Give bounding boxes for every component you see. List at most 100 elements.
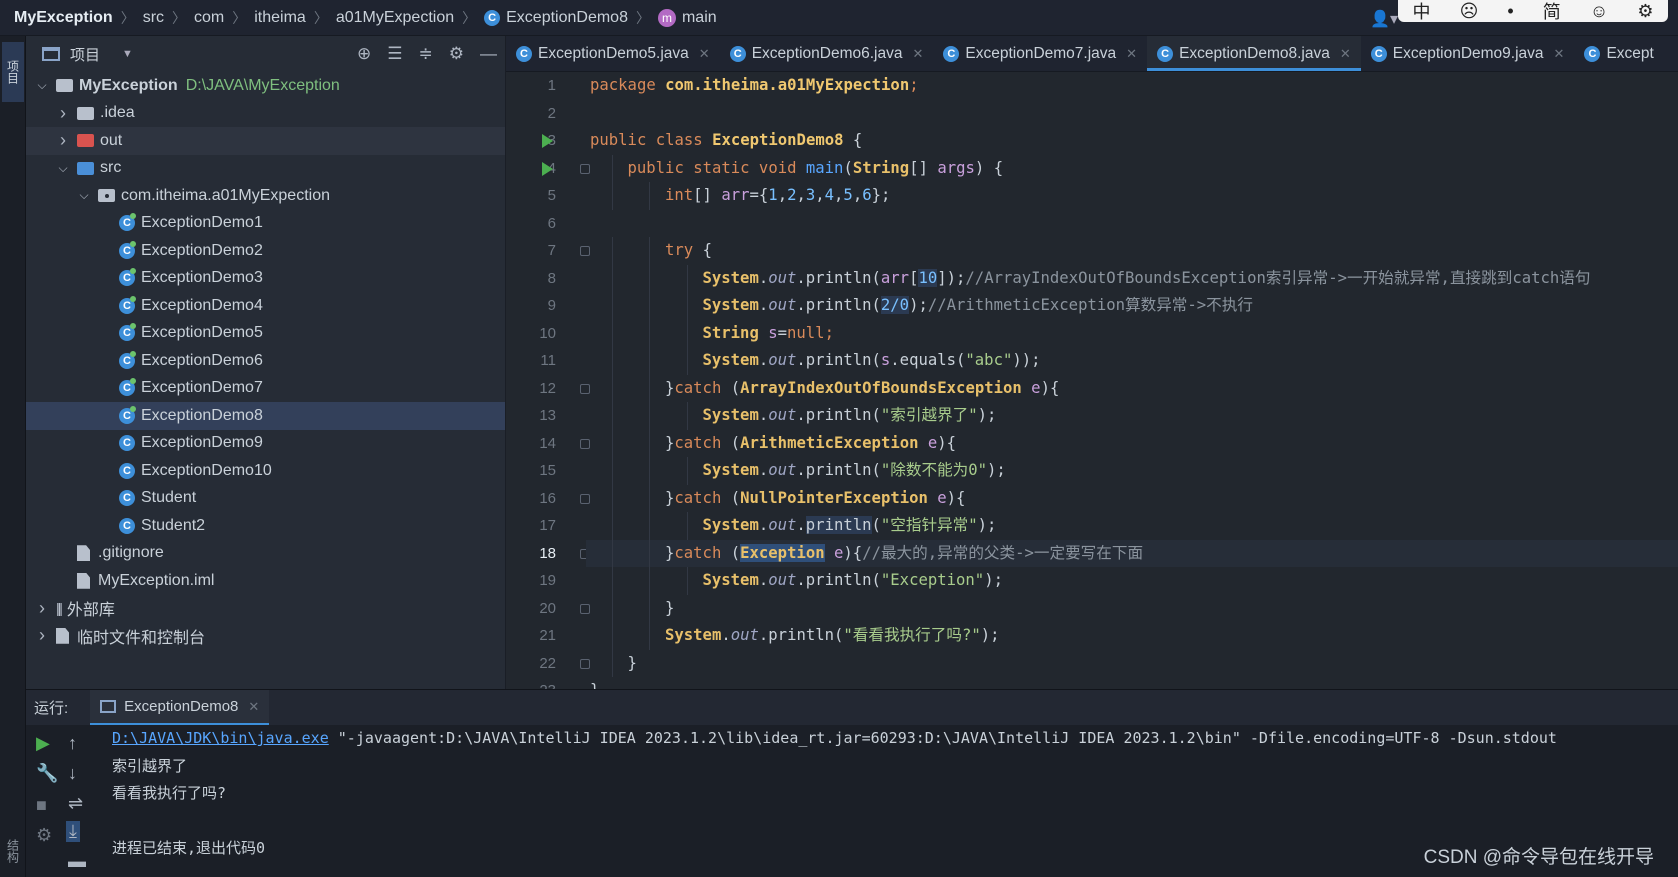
tree-item[interactable]: C ExceptionDemo9 (26, 430, 505, 458)
code-line[interactable]: }catch (ArrayIndexOutOfBoundsException e… (586, 374, 1678, 402)
close-tab-icon[interactable]: ✕ (1554, 46, 1565, 62)
tree-item[interactable]: C ExceptionDemo7 (26, 375, 505, 403)
breadcrumb-class[interactable]: ExceptionDemo8 (506, 9, 628, 27)
tree-item[interactable]: C ExceptionDemo10 (26, 457, 505, 485)
arrow-down-icon[interactable]: ↓ (68, 763, 77, 784)
code-line[interactable]: System.out.println(arr[10]);//ArrayIndex… (586, 264, 1678, 292)
tree-item[interactable]: ⌵ src (26, 155, 505, 183)
ime-punct-icon[interactable]: • (1507, 1, 1513, 22)
project-panel-title[interactable]: 项目 (70, 44, 100, 65)
tree-item[interactable]: C ExceptionDemo4 (26, 292, 505, 320)
ime-simplified-icon[interactable]: 简 (1543, 0, 1561, 22)
tree-item[interactable]: ⌵ com.itheima.a01MyExpection (26, 182, 505, 210)
breadcrumb-method[interactable]: main (682, 9, 717, 27)
chevron-right-icon[interactable]: › (55, 103, 71, 124)
code-line[interactable]: System.out.println(2/0);//ArithmeticExce… (586, 292, 1678, 320)
stop-icon[interactable]: ■ (36, 795, 47, 816)
wrench-icon[interactable]: 🔧 (36, 763, 58, 784)
close-tab-icon[interactable]: ✕ (1340, 46, 1351, 62)
tree-item[interactable]: C Student2 (26, 512, 505, 540)
code-line[interactable]: try { (586, 237, 1678, 265)
tree-item[interactable]: MyException.iml (26, 567, 505, 595)
editor-tab[interactable]: C Except (1574, 36, 1663, 71)
tree-item[interactable]: › 临时文件和控制台 (26, 622, 505, 650)
rerun-icon[interactable]: ▶ (36, 733, 50, 754)
editor-tab[interactable]: C ExceptionDemo8.java ✕ (1147, 36, 1361, 71)
close-tab-icon[interactable]: ✕ (699, 46, 710, 62)
tree-item[interactable]: C ExceptionDemo6 (26, 347, 505, 375)
chevron-down-icon[interactable]: ⌵ (76, 188, 92, 203)
tree-item[interactable]: C ExceptionDemo1 (26, 210, 505, 238)
code-area[interactable]: package com.itheima.a01MyExpection; publi… (586, 72, 1678, 689)
code-line[interactable] (586, 100, 1678, 128)
code-line[interactable]: }catch (ArithmeticException e){ (586, 429, 1678, 457)
code-line[interactable]: public static void main(String[] args) { (586, 154, 1678, 182)
print-icon[interactable]: ▬ (68, 851, 86, 872)
tree-item[interactable]: › ||| 外部库 (26, 595, 505, 623)
code-line[interactable]: System.out.println("索引越界了"); (586, 402, 1678, 430)
tree-item[interactable]: C ExceptionDemo8 (26, 402, 505, 430)
tree-item[interactable]: C Student (26, 485, 505, 513)
tree-item[interactable]: › .idea (26, 100, 505, 128)
close-tab-icon[interactable]: ✕ (1126, 46, 1137, 62)
chevron-down-icon[interactable]: ⌵ (34, 78, 50, 93)
java-path-link[interactable]: D:\JAVA\JDK\bin\java.exe (112, 729, 329, 747)
code-line[interactable]: } (586, 677, 1678, 689)
editor-tab[interactable]: C ExceptionDemo9.java ✕ (1361, 36, 1575, 71)
tree-item[interactable]: C ExceptionDemo3 (26, 265, 505, 293)
code-line[interactable]: int[] arr={1,2,3,4,5,6}; (586, 182, 1678, 210)
project-tool-tab[interactable]: 项目 (2, 42, 24, 102)
breadcrumb-itheima[interactable]: itheima (254, 9, 306, 27)
code-line[interactable]: }catch (Exception e){//最大的,异常的父类->一定要写在下… (586, 539, 1678, 567)
arrow-up-icon[interactable]: ↑ (68, 733, 77, 754)
expand-all-icon[interactable]: ☰ (387, 44, 402, 64)
run-gutter-icon[interactable] (542, 134, 553, 148)
chevron-right-icon[interactable]: › (34, 625, 50, 646)
chevron-right-icon[interactable]: › (34, 598, 50, 619)
run-gutter-icon[interactable] (542, 161, 553, 176)
ime-moon-icon[interactable]: ☹ (1460, 1, 1479, 22)
tree-item[interactable]: .gitignore (26, 540, 505, 568)
collapse-all-icon[interactable]: ≑ (419, 44, 433, 64)
editor-tab[interactable]: C ExceptionDemo5.java ✕ (506, 36, 720, 71)
ime-lang-icon[interactable]: 中 (1413, 0, 1431, 22)
code-line[interactable]: System.out.println(s.equals("abc")); (586, 347, 1678, 375)
code-line[interactable] (586, 210, 1678, 238)
structure-tool-tab[interactable]: 结构 (2, 826, 24, 876)
code-line[interactable]: String s=null; (586, 319, 1678, 347)
code-editor[interactable]: 1234567891011121314151617181920212223 pa… (506, 72, 1678, 689)
scroll-to-end-icon[interactable]: ⤓ (66, 821, 80, 842)
breadcrumb-com[interactable]: com (194, 9, 224, 27)
code-line[interactable]: package com.itheima.a01MyExpection; (586, 72, 1678, 100)
settings-icon[interactable]: ⚙ (36, 825, 52, 846)
tree-item[interactable]: ⌵ MyException D:\JAVA\MyException (26, 72, 505, 100)
chevron-down-icon[interactable]: ⌵ (55, 161, 71, 176)
tree-item[interactable]: C ExceptionDemo5 (26, 320, 505, 348)
chevron-down-icon[interactable]: ▼ (122, 48, 133, 60)
breadcrumb-src[interactable]: src (143, 9, 164, 27)
tree-item[interactable]: C ExceptionDemo2 (26, 237, 505, 265)
soft-wrap-icon[interactable]: ⇌ (68, 793, 83, 814)
tree-item[interactable]: › out (26, 127, 505, 155)
code-line[interactable]: } (586, 649, 1678, 677)
run-tab[interactable]: ExceptionDemo8 ✕ (90, 690, 270, 725)
editor-tab[interactable]: C ExceptionDemo6.java ✕ (720, 36, 934, 71)
code-line[interactable]: System.out.println("空指针异常"); (586, 512, 1678, 540)
code-line[interactable]: public class ExceptionDemo8 { (586, 127, 1678, 155)
breadcrumb-project[interactable]: MyException (14, 9, 113, 27)
code-line[interactable]: System.out.println("看看我执行了吗?"); (586, 622, 1678, 650)
minimize-icon[interactable]: — (480, 44, 497, 64)
ime-settings-icon[interactable]: ⚙ (1637, 1, 1653, 22)
breadcrumb-package[interactable]: a01MyExpection (336, 9, 454, 27)
gear-icon[interactable]: ⚙ (449, 44, 464, 64)
code-line[interactable]: System.out.println("Exception"); (586, 567, 1678, 595)
code-line[interactable]: }catch (NullPointerException e){ (586, 484, 1678, 512)
chevron-right-icon[interactable]: › (55, 130, 71, 151)
code-line[interactable]: System.out.println("除数不能为0"); (586, 457, 1678, 485)
user-icon[interactable]: 👤▾ (1370, 9, 1398, 29)
code-line[interactable]: } (586, 594, 1678, 622)
locate-icon[interactable]: ⊕ (357, 44, 371, 64)
ime-emoji-icon[interactable]: ☺ (1590, 1, 1608, 22)
close-icon[interactable]: ✕ (248, 699, 259, 715)
close-tab-icon[interactable]: ✕ (912, 46, 923, 62)
